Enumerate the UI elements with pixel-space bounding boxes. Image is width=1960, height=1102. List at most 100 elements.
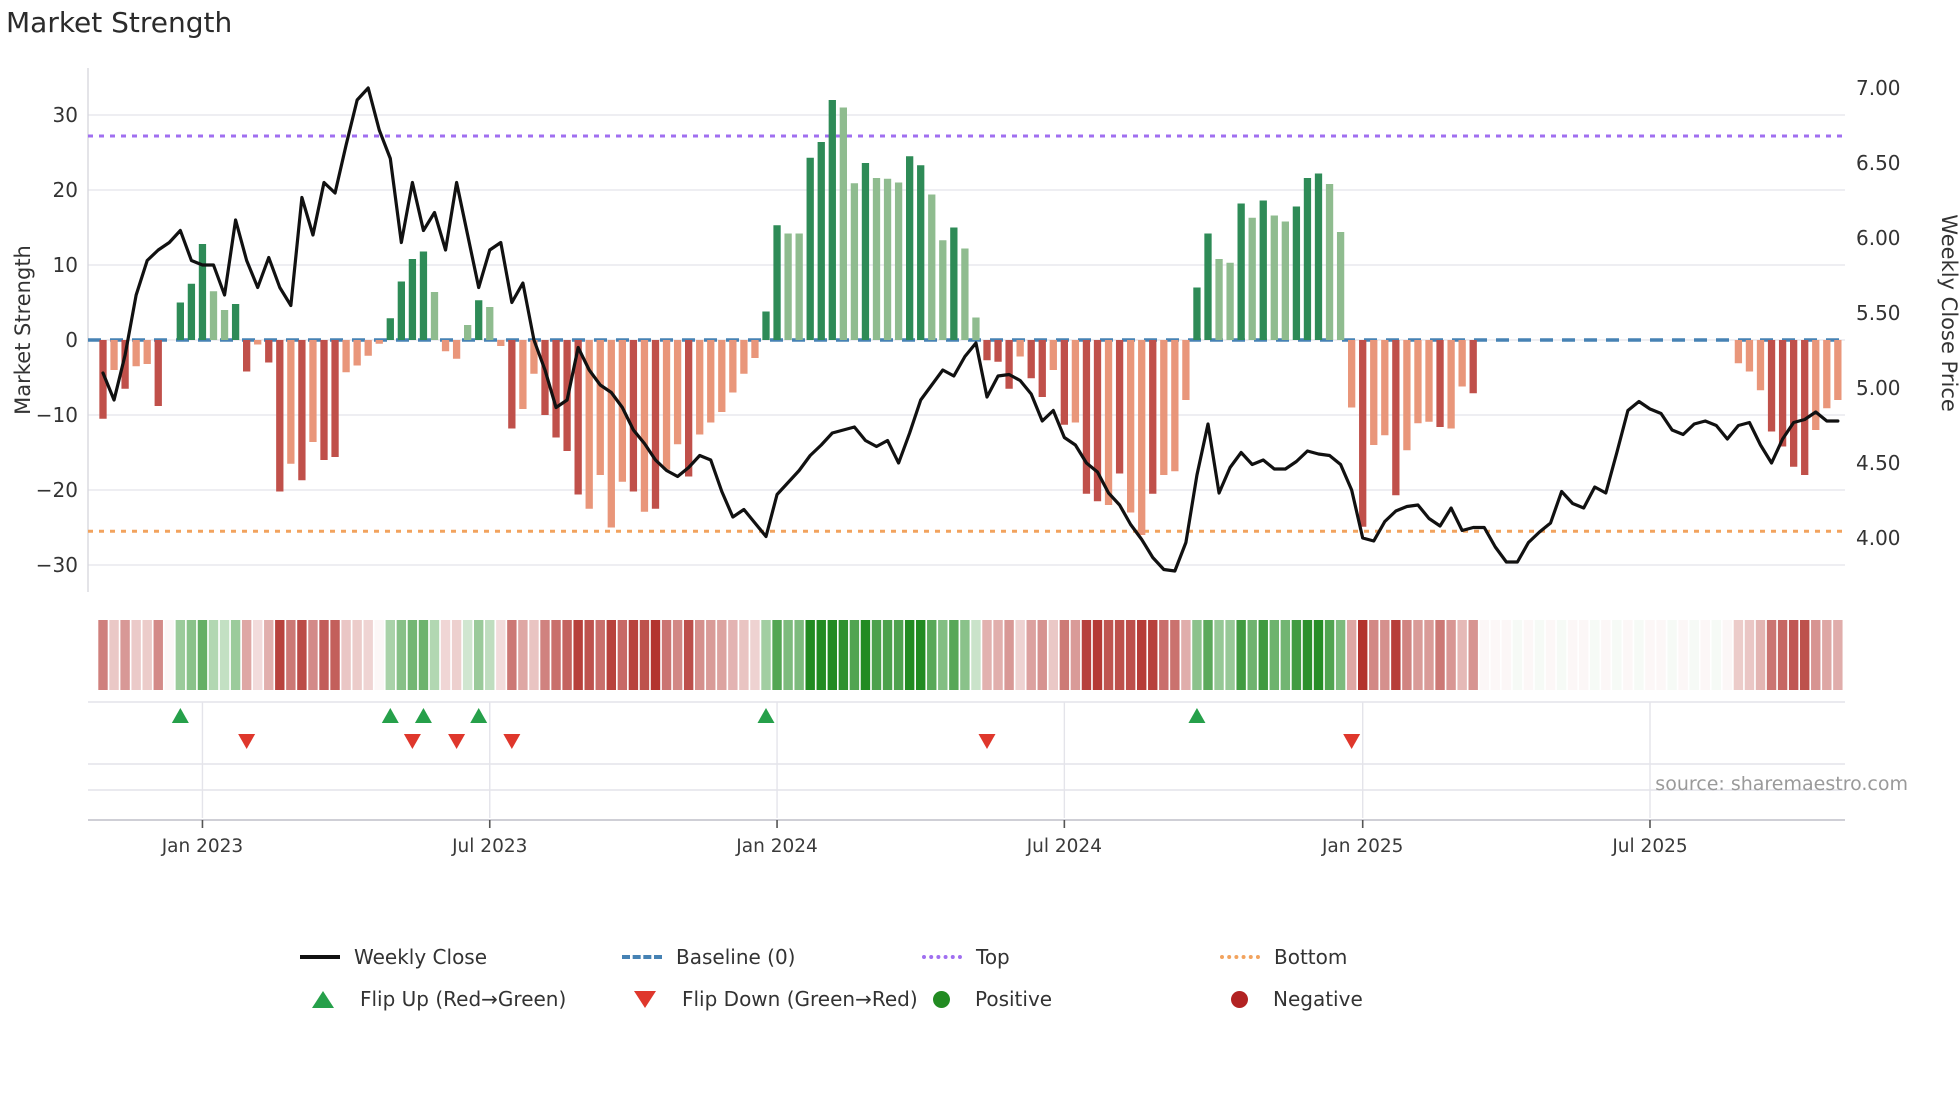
strength-bar	[640, 340, 649, 512]
flip-up-marker	[381, 708, 399, 723]
strength-bar	[231, 304, 240, 340]
heatmap-cell	[518, 620, 528, 690]
heatmap-cell	[1413, 620, 1423, 690]
strength-bar	[1292, 206, 1301, 340]
legend-item-flip-down: Flip Down (Green→Red)	[622, 987, 922, 1011]
heatmap-cell	[1148, 620, 1158, 690]
right-tick-label: 4.00	[1856, 526, 1901, 550]
heatmap-cell	[562, 620, 572, 690]
heatmap-cell	[1214, 620, 1224, 690]
strength-bar	[519, 340, 527, 409]
strength-bar	[1215, 259, 1223, 340]
heatmap-cell	[418, 620, 429, 690]
heatmap-cell	[1391, 620, 1401, 690]
heatmap-cell	[993, 620, 1003, 690]
strength-bar	[154, 340, 162, 406]
flip-down-marker	[1343, 734, 1361, 749]
strength-bar	[1458, 340, 1466, 387]
strength-bar	[917, 165, 925, 340]
heatmap-cell	[728, 620, 738, 690]
heatmap-cell	[1556, 620, 1567, 690]
heatmap-cell	[352, 620, 362, 690]
negative-dot-icon	[1231, 990, 1248, 1008]
heatmap-cell	[164, 620, 174, 690]
flip-markers	[171, 708, 1361, 749]
strength-bar	[309, 340, 317, 442]
heatmap-cell	[1236, 620, 1246, 690]
heatmap-cell	[1258, 620, 1268, 690]
heatmap-cell	[1512, 620, 1523, 690]
page-title: Market Strength	[6, 6, 232, 39]
strength-bar	[209, 291, 218, 340]
strength-bar	[850, 183, 859, 340]
heatmap-cell	[275, 620, 285, 690]
x-tick-label: Jul 2024	[1026, 836, 1102, 857]
strength-bar	[419, 251, 428, 340]
left-tick-label: −20	[36, 478, 78, 502]
strength-bar	[673, 340, 682, 445]
strength-bar	[1325, 184, 1334, 340]
heatmap-cell	[650, 620, 661, 690]
heatmap-cell	[253, 620, 263, 690]
strength-bar	[894, 182, 903, 340]
heatmap-cell	[109, 620, 119, 690]
heatmap-cell	[1689, 620, 1699, 690]
heatmap-cell	[540, 620, 550, 690]
strength-bar	[497, 340, 505, 346]
strength-bar	[651, 340, 660, 509]
strength-bar	[1447, 340, 1455, 429]
strength-bar	[1336, 232, 1345, 340]
strength-bar	[806, 157, 814, 340]
heatmap-cell	[971, 620, 981, 690]
heatmap-cell	[363, 620, 373, 690]
strength-bar	[110, 340, 118, 370]
strength-bar	[1259, 200, 1267, 340]
heatmap-cell	[595, 620, 605, 690]
heatmap-cell	[1059, 620, 1070, 690]
heatmap-cell	[142, 620, 152, 690]
heatmap-cell	[672, 620, 683, 690]
strength-bar	[828, 100, 836, 340]
heatmap-cell	[1700, 620, 1710, 690]
heatmap-cell	[131, 620, 141, 690]
heatmap-cell	[551, 620, 561, 690]
heatmap-cell	[1811, 620, 1821, 690]
heatmap-cell	[794, 620, 804, 690]
strength-bar	[718, 340, 726, 412]
strength-bar	[1005, 340, 1013, 389]
weekly-close-line	[101, 86, 1840, 573]
strength-bar	[1403, 340, 1411, 451]
strength-bar	[740, 340, 748, 374]
heatmap-cell	[175, 620, 186, 690]
legend-label: Weekly Close	[354, 945, 488, 969]
baseline-swatch-icon	[622, 955, 662, 959]
heatmap-cell	[1137, 620, 1147, 690]
heatmap-cell	[1247, 620, 1257, 690]
strength-bar	[983, 340, 991, 361]
strength-bar	[685, 340, 693, 477]
strength-bar	[1812, 340, 1820, 430]
strength-bar	[1303, 178, 1312, 340]
heatmap-cell	[717, 620, 727, 690]
strength-bar	[408, 259, 417, 340]
heatmap-cell	[1114, 620, 1125, 690]
heatmap-cell	[1435, 620, 1445, 690]
legend-label: Positive	[975, 987, 1053, 1011]
heatmap-cell	[1092, 620, 1103, 690]
legend-item-weekly-close: Weekly Close	[300, 945, 622, 969]
strength-bar	[386, 318, 394, 340]
strength-bar	[254, 340, 262, 345]
strength-bar	[1160, 340, 1168, 475]
heatmap-cell	[1004, 620, 1014, 690]
strength-bar	[906, 156, 914, 340]
heatmap-cell	[1181, 620, 1191, 690]
heatmap-cell	[1579, 620, 1589, 690]
heatmap-cell	[208, 620, 219, 690]
heatmap-cell	[695, 620, 705, 690]
flip-down-triangle-icon	[634, 990, 656, 1008]
heatmap-cell	[1203, 620, 1213, 690]
heatmap-cell	[485, 620, 495, 690]
heatmap-cell	[1800, 620, 1810, 690]
heatmap-cell	[628, 620, 639, 690]
heatmap-cell	[219, 620, 230, 690]
